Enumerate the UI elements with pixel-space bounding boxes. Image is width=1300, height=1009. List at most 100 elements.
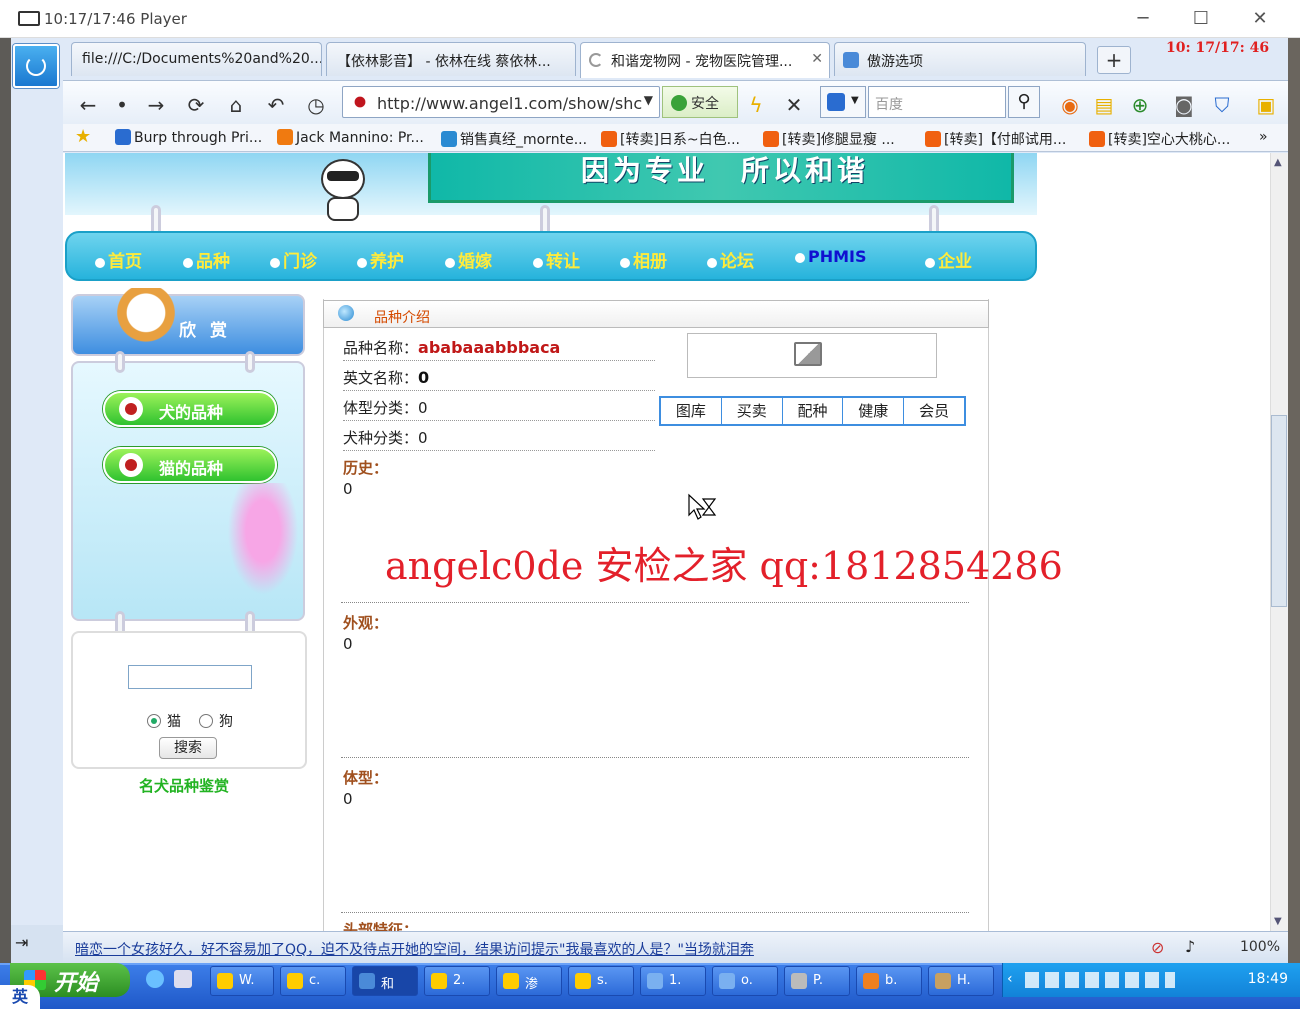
- maximize-button[interactable]: ☐: [1188, 8, 1214, 30]
- breed-search-input[interactable]: [128, 665, 252, 689]
- radio-dog[interactable]: 狗: [199, 711, 233, 731]
- lightning-icon[interactable]: ϟ: [743, 93, 769, 117]
- dot-icon[interactable]: •: [109, 93, 135, 117]
- radio-cat[interactable]: 猫: [147, 711, 181, 731]
- tab-options[interactable]: 傲游选项: [834, 42, 1086, 76]
- taskbar-item[interactable]: c.: [280, 966, 346, 996]
- clock[interactable]: 18:49: [1248, 971, 1288, 987]
- subtab-gallery[interactable]: 图库: [661, 398, 722, 424]
- tab-yilin[interactable]: 【依林影音】 - 依林在线 蔡依林...: [326, 42, 576, 76]
- taskbar-item[interactable]: 2.: [424, 966, 490, 996]
- scroll-up-icon[interactable]: ▲: [1274, 157, 1282, 168]
- ime-indicator[interactable]: 英: [0, 985, 40, 1009]
- menu-phmis[interactable]: PHMIS: [795, 247, 867, 266]
- addon-icon[interactable]: ⊕: [1127, 93, 1153, 117]
- menu-mating[interactable]: 婚嫁: [445, 247, 492, 272]
- bookmark-icon: [763, 131, 779, 147]
- taskbar-item[interactable]: W.: [210, 966, 274, 996]
- paw-icon: [119, 453, 143, 477]
- taskbar-item[interactable]: H.: [928, 966, 994, 996]
- bookmark-label: Jack Mannino: Pr...: [296, 130, 424, 146]
- bookmark-item[interactable]: Burp through Pri...: [115, 129, 262, 146]
- more-bookmarks-icon[interactable]: »: [1259, 129, 1268, 145]
- bookmark-item[interactable]: [转卖]修腿显瘦 ...: [763, 129, 895, 149]
- radio-unchecked-icon: [199, 714, 213, 728]
- taskbar-item-active[interactable]: 和: [352, 966, 418, 996]
- taskbar-item[interactable]: s.: [568, 966, 634, 996]
- dog-breeds-button[interactable]: 犬的品种: [103, 391, 277, 427]
- shield-icon[interactable]: ⛉: [1209, 93, 1235, 117]
- security-badge[interactable]: 安全: [662, 86, 738, 118]
- bookmark-item[interactable]: [转卖]【付邮试用...: [925, 129, 1066, 149]
- undo-icon[interactable]: ↶: [263, 93, 289, 117]
- field-size-class: 体型分类：0: [343, 393, 655, 421]
- menu-forum[interactable]: 论坛: [707, 247, 754, 272]
- sidebar-toggle[interactable]: ⇥: [11, 925, 63, 963]
- tab-close-icon[interactable]: ✕: [811, 51, 823, 67]
- taskbar-item[interactable]: 1.: [640, 966, 706, 996]
- address-bar[interactable]: http://www.angel1.com/show/shc ▼: [342, 86, 660, 118]
- home-icon[interactable]: ⌂: [223, 93, 249, 117]
- dropdown-icon[interactable]: ▼: [644, 93, 653, 107]
- menu-clinic[interactable]: 门诊: [270, 247, 317, 272]
- menu-album[interactable]: 相册: [620, 247, 667, 272]
- site-menu: 首页 品种 门诊 养护 婚嫁 转让 相册 论坛 PHMIS 企业: [65, 231, 1037, 281]
- subtab-mating[interactable]: 配种: [783, 398, 844, 424]
- taskbar-item[interactable]: P.: [784, 966, 850, 996]
- back-icon[interactable]: ←: [75, 93, 101, 117]
- refresh-icon[interactable]: ⟳: [183, 93, 209, 117]
- field-label: 英文名称：: [343, 369, 419, 387]
- tab-file[interactable]: file:///C:/Documents%20and%20...: [71, 42, 322, 76]
- cat-breeds-button[interactable]: 猫的品种: [103, 447, 277, 483]
- app-icon: [359, 973, 375, 989]
- menu-transfer[interactable]: 转让: [533, 247, 580, 272]
- star-icon[interactable]: ★: [75, 126, 91, 147]
- ring-decoration: [115, 351, 125, 373]
- field-value: 0: [418, 429, 428, 447]
- minimize-button[interactable]: ─: [1130, 8, 1156, 30]
- folder-icon[interactable]: ▣: [1253, 93, 1279, 117]
- tab-pet-hospital[interactable]: 和谐宠物网 - 宠物医院管理... ✕: [580, 42, 830, 78]
- ie-quicklaunch-icon[interactable]: [146, 970, 164, 988]
- camera-icon[interactable]: ◙: [1171, 93, 1197, 117]
- scroll-down-icon[interactable]: ▼: [1274, 916, 1282, 927]
- menu-care[interactable]: 养护: [357, 247, 404, 272]
- quicklaunch-icon[interactable]: [174, 970, 192, 988]
- volume-icon[interactable]: ♪: [1185, 937, 1195, 956]
- new-tab-button[interactable]: +: [1097, 46, 1131, 74]
- news-ticker-link[interactable]: 暗恋一个女孩好久，好不容易加了QQ，迫不及待点开她的空间，结果访问提示"我最喜欢…: [75, 939, 754, 959]
- taskbar-item[interactable]: b.: [856, 966, 922, 996]
- tray-expand-icon[interactable]: ‹: [1007, 971, 1013, 987]
- page-viewport: 因为专业 所以和谐 首页 品种 门诊 养护 婚嫁 转让 相册 论坛 PHMIS …: [63, 153, 1270, 931]
- slogan-text: 因为专业 所以和谐: [581, 154, 870, 187]
- bookmark-item[interactable]: [转卖]空心大桃心...: [1089, 129, 1230, 149]
- bookmark-item[interactable]: 销售真经_mornte...: [441, 129, 587, 149]
- search-icon[interactable]: ⚲: [1008, 86, 1040, 118]
- history-icon[interactable]: ◷: [303, 93, 329, 117]
- scrollbar-thumb[interactable]: [1271, 415, 1287, 607]
- search-input[interactable]: 百度: [868, 86, 1006, 118]
- taskbar-item[interactable]: o.: [712, 966, 778, 996]
- subtab-member[interactable]: 会员: [904, 398, 964, 424]
- famous-breeds-link[interactable]: 名犬品种鉴赏: [139, 775, 229, 796]
- breed-search-button[interactable]: 搜索: [159, 737, 217, 759]
- forward-icon[interactable]: →: [143, 93, 169, 117]
- popup-block-icon[interactable]: ⊘: [1151, 938, 1164, 957]
- bookmark-item[interactable]: [转卖]日系~白色...: [601, 129, 740, 149]
- address-url[interactable]: http://www.angel1.com/show/shc: [377, 94, 642, 113]
- note-icon[interactable]: ▤: [1091, 93, 1117, 117]
- bookmark-item[interactable]: Jack Mannino: Pr...: [277, 129, 424, 146]
- tray-icons[interactable]: [1025, 972, 1175, 988]
- stop-icon[interactable]: ✕: [781, 93, 807, 117]
- zoom-level[interactable]: 100%: [1240, 939, 1280, 955]
- menu-breeds[interactable]: 品种: [183, 247, 230, 272]
- taskbar-item[interactable]: 渗: [496, 966, 562, 996]
- subtab-trade[interactable]: 买卖: [722, 398, 783, 424]
- close-button[interactable]: ✕: [1247, 8, 1273, 30]
- menu-company[interactable]: 企业: [925, 247, 972, 272]
- search-engine-select[interactable]: ▼: [820, 86, 866, 118]
- rss-icon[interactable]: ◉: [1057, 93, 1083, 117]
- maxthon-logo-button[interactable]: [13, 44, 59, 88]
- menu-home[interactable]: 首页: [95, 247, 142, 272]
- subtab-health[interactable]: 健康: [843, 398, 905, 424]
